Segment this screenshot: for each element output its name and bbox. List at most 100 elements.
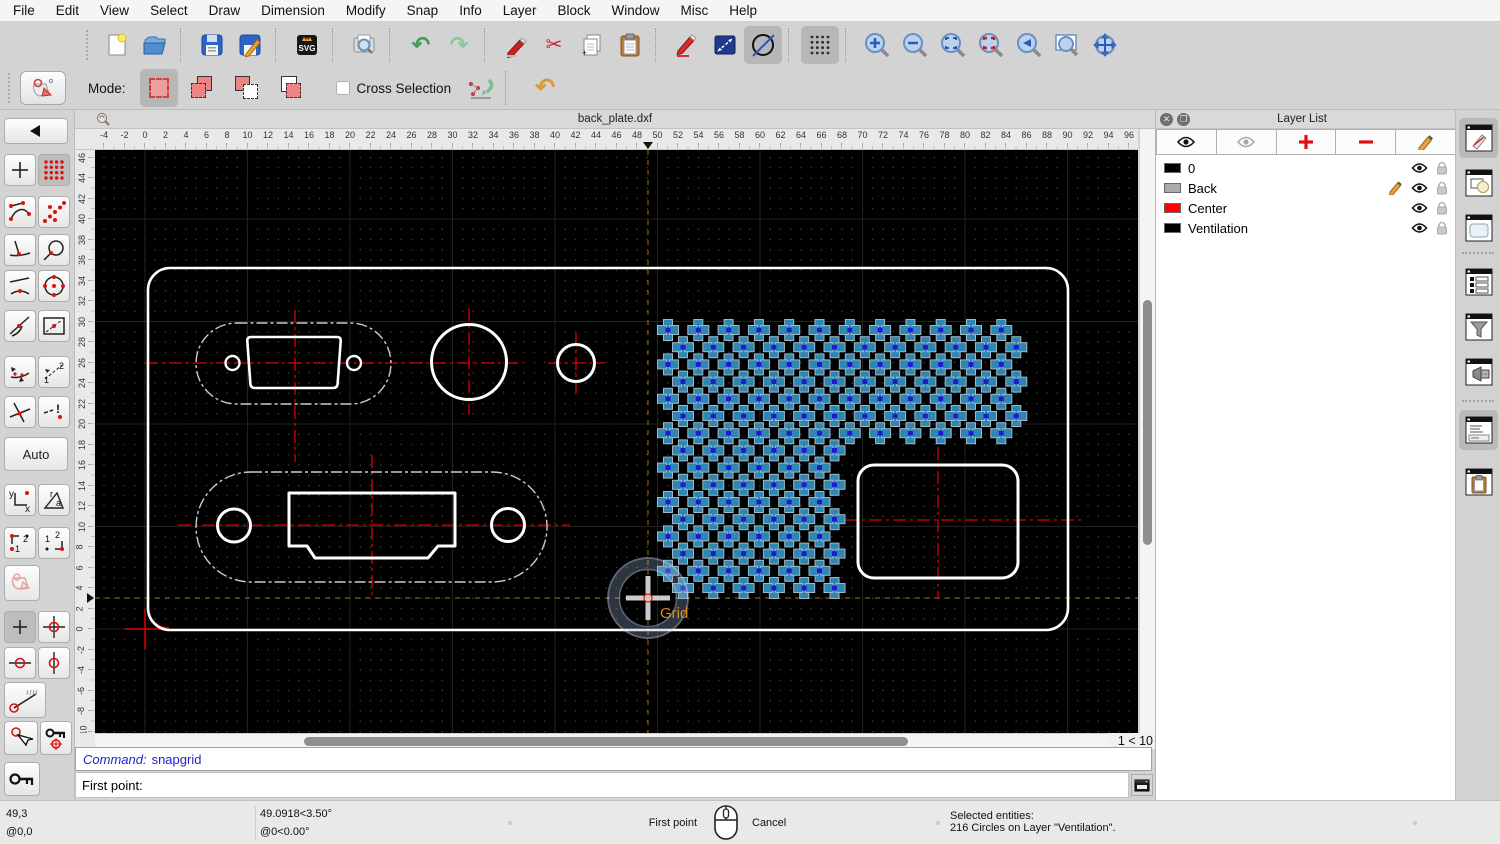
snap-auto-button[interactable]: Auto: [4, 437, 68, 471]
menu-misc[interactable]: Misc: [681, 3, 709, 18]
layer-visible-icon[interactable]: [1411, 222, 1428, 234]
coordinate-polar-button[interactable]: ra: [38, 484, 70, 516]
horizontal-scrollbar-thumb[interactable]: [304, 737, 908, 746]
dock-library-browser-button[interactable]: [1459, 208, 1498, 248]
draw-circle-button[interactable]: [744, 26, 782, 64]
new-file-button[interactable]: [98, 26, 136, 64]
dock-layer-list-button[interactable]: [1459, 262, 1498, 302]
add-layer-button[interactable]: [1277, 129, 1337, 155]
absolute-sequence-button[interactable]: 12: [38, 527, 70, 559]
menu-select[interactable]: Select: [150, 3, 188, 18]
layer-row-0[interactable]: 0: [1156, 158, 1456, 178]
layer-lock-icon[interactable]: [1436, 181, 1448, 195]
menu-snap[interactable]: Snap: [407, 3, 439, 18]
set-relative-zero-button[interactable]: [4, 721, 38, 755]
snap-center-button[interactable]: [38, 270, 70, 302]
measure-distance-button[interactable]: [706, 26, 744, 64]
layer-lock-icon[interactable]: [1436, 161, 1448, 175]
snap-distance-button[interactable]: 12: [38, 356, 70, 388]
dock-block-list-button[interactable]: [1459, 163, 1498, 203]
mode-intersect-button[interactable]: [272, 69, 310, 107]
toolbar-handle[interactable]: [86, 30, 94, 60]
layer-color-swatch[interactable]: [1164, 183, 1181, 193]
edit-layer-button[interactable]: [1396, 129, 1456, 155]
zoom-selection-button[interactable]: [972, 26, 1010, 64]
snap-free-button[interactable]: [4, 154, 36, 186]
relative-sequence-button[interactable]: 12: [4, 527, 36, 559]
restrict-nothing-button[interactable]: [4, 611, 36, 643]
copy-button[interactable]: +: [573, 26, 611, 64]
redo-button[interactable]: ↷: [440, 26, 478, 64]
snap-grid-button[interactable]: [38, 154, 70, 186]
layer-visible-icon[interactable]: [1411, 182, 1428, 194]
grid-toggle-button[interactable]: [801, 26, 839, 64]
snap-tangent-button[interactable]: [4, 310, 36, 342]
layer-color-swatch[interactable]: [1164, 163, 1181, 173]
snap-on-entity-button[interactable]: [38, 234, 70, 266]
layer-row-center[interactable]: Center: [1156, 198, 1456, 218]
hide-all-layers-button[interactable]: [1217, 129, 1277, 155]
undo-selection-button[interactable]: ↶: [526, 69, 564, 107]
snap-restrict-button[interactable]: [4, 356, 36, 388]
layer-color-swatch[interactable]: [1164, 223, 1181, 233]
layer-lock-icon[interactable]: [1436, 201, 1448, 215]
dock-view-toggle-button[interactable]: [1459, 352, 1498, 392]
save-as-button[interactable]: [231, 26, 269, 64]
show-all-layers-button[interactable]: [1156, 129, 1217, 155]
selection-shape-button[interactable]: [4, 565, 40, 601]
menu-edit[interactable]: Edit: [56, 3, 79, 18]
snap-intersection-manual-button[interactable]: !: [38, 396, 70, 428]
command-input[interactable]: [149, 775, 1128, 795]
selection-tool-button[interactable]: [20, 71, 66, 105]
open-file-button[interactable]: [136, 26, 174, 64]
svg-export-button[interactable]: SVG: [288, 26, 326, 64]
zoom-in-button[interactable]: [858, 26, 896, 64]
layer-panel-title-bar[interactable]: ✕ ❐ Layer List: [1156, 110, 1456, 129]
restrict-vertical-button[interactable]: [38, 647, 70, 679]
cut-button[interactable]: ✂: [535, 26, 573, 64]
command-line-toggle-button[interactable]: [1131, 774, 1153, 796]
snap-endpoints-button[interactable]: [4, 196, 36, 228]
delete-button[interactable]: [497, 26, 535, 64]
deselect-button[interactable]: [461, 69, 499, 107]
menu-window[interactable]: Window: [612, 3, 660, 18]
panel-detach-button[interactable]: ❐: [1177, 113, 1190, 126]
snap-reference-button[interactable]: [38, 310, 70, 342]
dock-property-editor-button[interactable]: [1459, 118, 1498, 158]
snap-intersection-button[interactable]: [4, 396, 36, 428]
save-button[interactable]: [193, 26, 231, 64]
vertical-scrollbar[interactable]: [1139, 129, 1155, 733]
menu-info[interactable]: Info: [459, 3, 482, 18]
layer-visible-icon[interactable]: [1411, 202, 1428, 214]
layer-lock-icon[interactable]: [1436, 221, 1448, 235]
drawing-canvas[interactable]: Grid: [95, 150, 1138, 733]
layer-row-ventilation[interactable]: Ventilation: [1156, 218, 1456, 238]
dock-clipboard-button[interactable]: [1459, 462, 1498, 502]
remove-layer-button[interactable]: [1336, 129, 1396, 155]
toolbar-handle[interactable]: [8, 73, 16, 103]
layer-color-swatch[interactable]: [1164, 203, 1181, 213]
menu-layer[interactable]: Layer: [503, 3, 537, 18]
menu-view[interactable]: View: [100, 3, 129, 18]
layer-visible-icon[interactable]: [1411, 162, 1428, 174]
menu-modify[interactable]: Modify: [346, 3, 386, 18]
zoom-auto-button[interactable]: [934, 26, 972, 64]
snap-perpendicular-button[interactable]: [4, 234, 36, 266]
zoom-window-button[interactable]: [1048, 26, 1086, 64]
menu-help[interactable]: Help: [729, 3, 757, 18]
mode-remove-button[interactable]: [228, 69, 266, 107]
menu-dimension[interactable]: Dimension: [261, 3, 325, 18]
print-preview-button[interactable]: [345, 26, 383, 64]
coordinate-cartesian-button[interactable]: yx: [4, 484, 36, 516]
document-title-bar[interactable]: back_plate.dxf: [75, 110, 1155, 129]
mode-add-button[interactable]: [184, 69, 222, 107]
menu-block[interactable]: Block: [558, 3, 591, 18]
restrict-orthogonal-button[interactable]: [38, 611, 70, 643]
paste-button[interactable]: [611, 26, 649, 64]
menu-file[interactable]: File: [13, 3, 35, 18]
lock-relative-zero-button[interactable]: [40, 721, 72, 755]
layer-row-back[interactable]: Back: [1156, 178, 1456, 198]
undo-button[interactable]: ↶: [402, 26, 440, 64]
zoom-previous-button[interactable]: [1010, 26, 1048, 64]
dock-selection-filter-button[interactable]: [1459, 307, 1498, 347]
